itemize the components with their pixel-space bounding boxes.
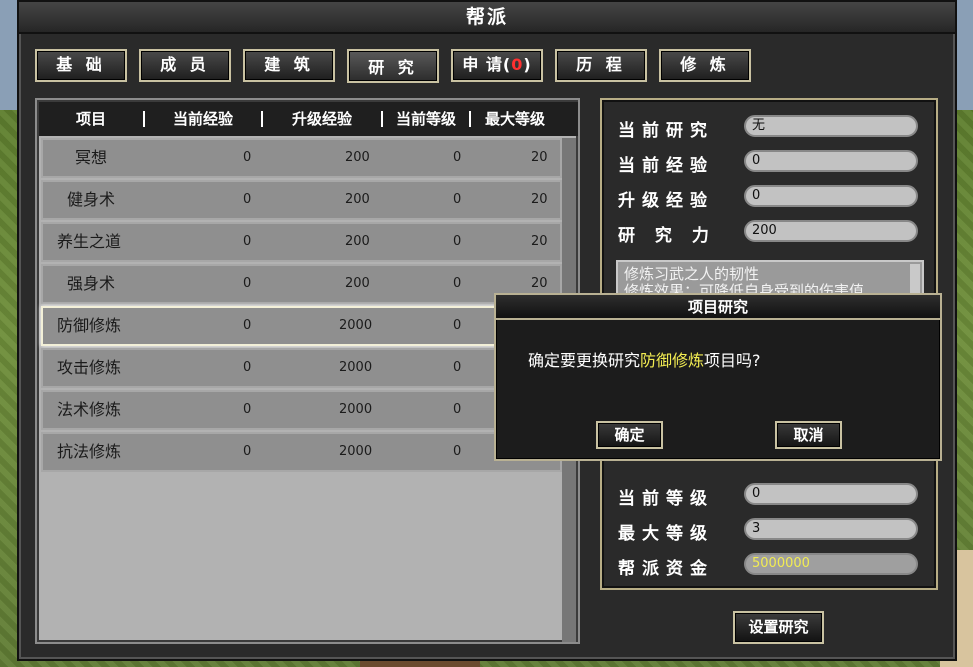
row-current-exp: 0 bbox=[243, 402, 252, 417]
row-current-exp: 0 bbox=[243, 234, 252, 249]
tab-history[interactable]: 历 程 bbox=[555, 49, 647, 82]
row-upgrade-exp: 200 bbox=[345, 276, 370, 291]
row-current-exp: 0 bbox=[243, 318, 252, 333]
table-row[interactable]: 强身术 0 200 0 20 bbox=[41, 264, 562, 304]
row-current-level: 0 bbox=[453, 444, 462, 459]
row-upgrade-exp: 2000 bbox=[339, 444, 373, 459]
current-exp-label: 当前经验 bbox=[618, 156, 714, 176]
row-current-level: 0 bbox=[453, 318, 462, 333]
max-level-label: 最大等级 bbox=[618, 524, 714, 544]
row-upgrade-exp: 2000 bbox=[339, 318, 373, 333]
row-name: 法术修炼 bbox=[57, 400, 122, 419]
dialog-message: 确定要更换研究防御修炼项目吗? bbox=[528, 347, 761, 371]
window-title: 帮派 bbox=[19, 2, 955, 34]
col-header-current-exp: 当前经验 bbox=[172, 110, 233, 128]
dialog-message-prefix: 确定要更换研究 bbox=[528, 351, 641, 370]
col-header-upgrade-exp: 升级经验 bbox=[291, 110, 352, 128]
dialog-title: 项目研究 bbox=[496, 295, 940, 320]
table-row[interactable]: 健身术 0 200 0 20 bbox=[41, 180, 562, 220]
application-count-badge: 0 bbox=[511, 55, 524, 74]
table-row[interactable]: 养生之道 0 200 0 20 bbox=[41, 222, 562, 262]
row-name: 强身术 bbox=[67, 274, 116, 293]
current-level-label: 当前等级 bbox=[618, 489, 714, 509]
tab-research[interactable]: 研 究 bbox=[347, 49, 439, 83]
table-row-selected[interactable]: 防御修炼 0 2000 0 bbox=[41, 306, 562, 346]
row-name: 健身术 bbox=[67, 190, 116, 209]
table-row[interactable]: 法术修炼 0 2000 0 bbox=[41, 390, 562, 430]
row-name: 养生之道 bbox=[57, 232, 122, 251]
col-header-item: 项目 bbox=[75, 110, 106, 128]
tab-applications[interactable]: 申 请(0) bbox=[451, 49, 543, 82]
row-current-exp: 0 bbox=[243, 444, 252, 459]
tab-basic[interactable]: 基 础 bbox=[35, 49, 127, 82]
row-upgrade-exp: 2000 bbox=[339, 360, 373, 375]
research-power-label: 研 究 力 bbox=[618, 226, 716, 246]
row-current-level: 0 bbox=[453, 150, 462, 165]
row-current-exp: 0 bbox=[243, 150, 252, 165]
cancel-button[interactable]: 取消 bbox=[775, 421, 842, 449]
max-level-field: 3 bbox=[744, 518, 918, 540]
row-name: 冥想 bbox=[75, 148, 108, 167]
description-line: 修炼习武之人的韧性 bbox=[624, 265, 760, 283]
row-current-level: 0 bbox=[453, 360, 462, 375]
row-current-level: 0 bbox=[453, 402, 462, 417]
row-current-level: 0 bbox=[453, 192, 462, 207]
row-max-level: 20 bbox=[531, 192, 548, 207]
row-current-exp: 0 bbox=[243, 276, 252, 291]
current-research-field: 无 bbox=[744, 115, 918, 137]
upgrade-exp-field: 0 bbox=[744, 185, 918, 207]
row-current-exp: 0 bbox=[243, 360, 252, 375]
row-current-level: 0 bbox=[453, 276, 462, 291]
row-name: 抗法修炼 bbox=[57, 442, 122, 461]
row-upgrade-exp: 200 bbox=[345, 150, 370, 165]
row-max-level: 20 bbox=[531, 150, 548, 165]
tab-cultivation[interactable]: 修 炼 bbox=[659, 49, 751, 82]
row-upgrade-exp: 2000 bbox=[339, 402, 373, 417]
row-name: 防御修炼 bbox=[57, 316, 122, 335]
tab-applications-suffix: ) bbox=[523, 55, 532, 74]
table-row[interactable]: 攻击修炼 0 2000 0 bbox=[41, 348, 562, 388]
current-exp-field: 0 bbox=[744, 150, 918, 172]
col-header-current-level: 当前等级 bbox=[395, 110, 456, 128]
table-header: 项目 当前经验 升级经验 当前等级 最大等级 bbox=[39, 102, 578, 136]
confirm-button[interactable]: 确定 bbox=[596, 421, 663, 449]
tab-buildings[interactable]: 建 筑 bbox=[243, 49, 335, 82]
row-current-level: 0 bbox=[453, 234, 462, 249]
research-power-field: 200 bbox=[744, 220, 918, 242]
gang-funds-label: 帮派资金 bbox=[618, 559, 714, 579]
row-name: 攻击修炼 bbox=[57, 358, 122, 377]
current-research-label: 当前研究 bbox=[618, 121, 714, 141]
confirm-research-dialog: 项目研究 确定要更换研究防御修炼项目吗? 确定 取消 bbox=[494, 293, 942, 461]
table-row[interactable]: 抗法修炼 0 2000 0 bbox=[41, 432, 562, 472]
current-level-field: 0 bbox=[744, 483, 918, 505]
upgrade-exp-label: 升级经验 bbox=[618, 191, 714, 211]
table-row[interactable]: 冥想 0 200 0 20 bbox=[41, 138, 562, 178]
dialog-message-suffix: 项目吗? bbox=[704, 351, 761, 370]
row-max-level: 20 bbox=[531, 234, 548, 249]
col-header-max-level: 最大等级 bbox=[484, 110, 545, 128]
row-current-exp: 0 bbox=[243, 192, 252, 207]
tab-members[interactable]: 成 员 bbox=[139, 49, 231, 82]
tab-applications-label: 申 请( bbox=[462, 55, 512, 74]
gang-funds-field: 5000000 bbox=[744, 553, 918, 575]
row-upgrade-exp: 200 bbox=[345, 192, 370, 207]
row-upgrade-exp: 200 bbox=[345, 234, 370, 249]
dialog-message-highlight: 防御修炼 bbox=[640, 351, 705, 370]
set-research-button[interactable]: 设置研究 bbox=[733, 611, 824, 644]
